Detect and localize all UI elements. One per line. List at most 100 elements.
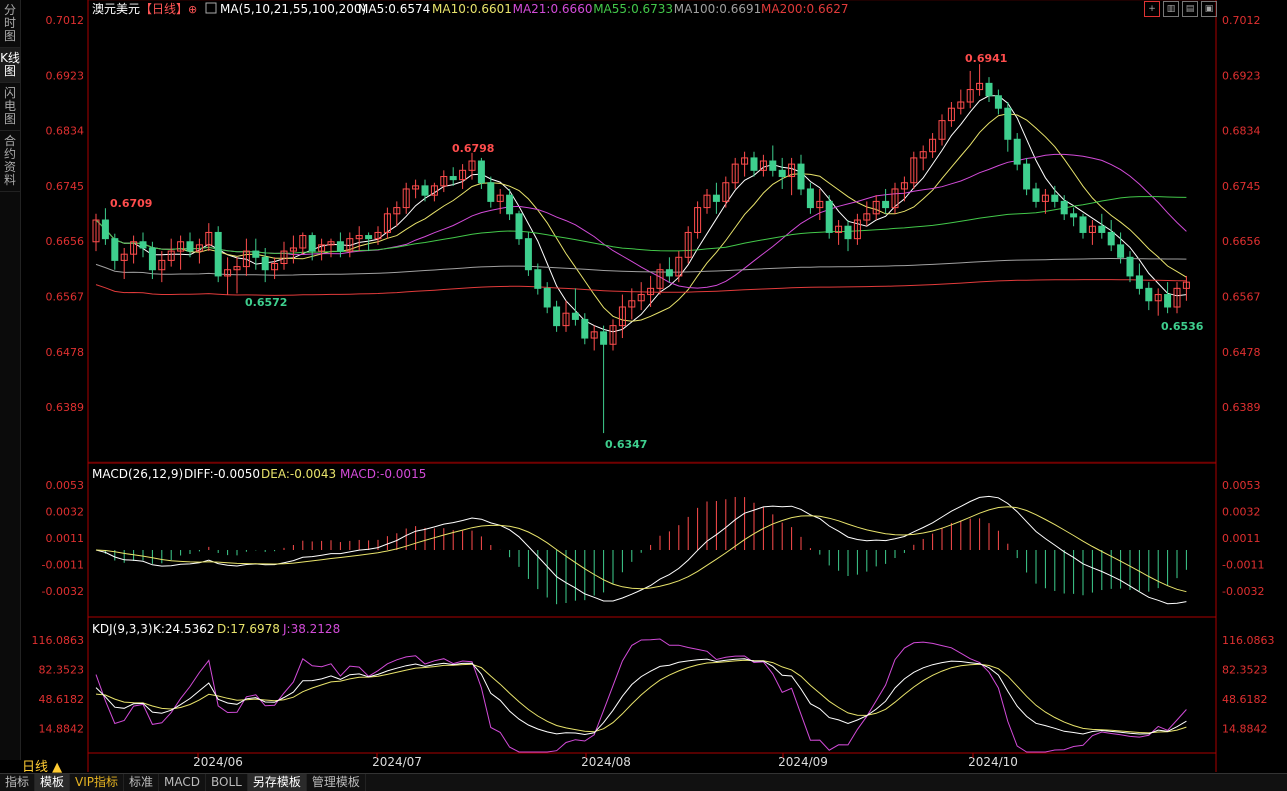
macd-axis-label-left: -0.0011	[42, 559, 84, 572]
candle-body	[1145, 287, 1153, 302]
candle-body	[1079, 216, 1087, 233]
candle-body	[214, 231, 222, 277]
candle-body	[365, 235, 373, 240]
candle-body	[111, 238, 119, 261]
candle-body	[252, 250, 260, 258]
tab-vip-indicator[interactable]: VIP指标	[70, 774, 125, 791]
candle-body	[844, 225, 852, 240]
annotation-high: 0.6798	[452, 142, 494, 155]
time-axis-label: 2024/08	[581, 755, 631, 769]
tab-template[interactable]: 模板	[35, 774, 71, 791]
candle-body	[449, 176, 457, 181]
tab-manage-template[interactable]: 管理模板	[307, 774, 366, 791]
candle-body	[1107, 231, 1115, 246]
macd-axis-label-right: 0.0032	[1222, 506, 1261, 519]
macd-title: MACD(26,12,9)	[92, 467, 183, 481]
kdj-title: KDJ(9,3,3)	[92, 622, 153, 636]
restore-icon[interactable]: ▣	[1201, 1, 1217, 17]
annotation-low: 0.6572	[245, 296, 287, 309]
bottom-toolbar: 指标 模板 VIP指标 标准 MACD BOLL 另存模板 管理模板	[0, 773, 1287, 791]
macd-axis-label-left: 0.0011	[46, 532, 85, 545]
annotation-low: 0.6347	[605, 438, 647, 451]
kdj-axis-label-right: 14.8842	[1222, 723, 1268, 736]
price-axis-label-right: 0.6923	[1222, 69, 1261, 82]
candle-body	[1117, 244, 1125, 258]
candle-body	[985, 82, 993, 97]
candle-body	[543, 287, 551, 308]
kdj-axis-label-left: 14.8842	[39, 723, 85, 736]
kdj-axis-label-right: 48.6182	[1222, 693, 1268, 706]
candle-body	[1032, 188, 1040, 202]
layout-icon[interactable]: ▥	[1163, 1, 1179, 17]
candle-body	[994, 95, 1002, 109]
kdj-k: K:24.5362	[153, 622, 215, 636]
candle-body	[553, 306, 561, 327]
checkbox-icon[interactable]	[205, 2, 217, 14]
ma-legend-item: MA200:0.6627	[761, 2, 849, 16]
price-axis-label-right: 0.6567	[1222, 291, 1261, 304]
price-axis-label-right: 0.6834	[1222, 125, 1261, 138]
candlestick-layer	[92, 64, 1190, 434]
candle-body	[308, 235, 316, 252]
candle-body	[139, 241, 147, 249]
chart-canvas[interactable]: 澳元美元 【日线】 ⊕ MA(5,10,21,55,100,200) MA5:0…	[0, 0, 1287, 772]
kdj-axis-label-right: 116.0863	[1222, 634, 1275, 647]
tab-boll[interactable]: BOLL	[206, 774, 248, 791]
crosshair-icon[interactable]: +	[1144, 1, 1160, 17]
ma-legend: MA5:0.6574 MA10:0.6601 MA21:0.6660 MA55:0.6…	[358, 2, 849, 16]
tab-indicator[interactable]: 指标	[0, 774, 36, 791]
kdj-d-line	[95, 659, 1187, 734]
macd-dea: DEA:-0.0043	[261, 467, 336, 481]
candle-body	[534, 269, 542, 289]
kdj-axis-label-left: 48.6182	[39, 693, 85, 706]
price-axis-label-left: 0.7012	[46, 14, 85, 27]
macd-diff: DIFF:-0.0050	[184, 467, 260, 481]
symbol-name: 澳元美元	[92, 2, 140, 16]
time-axis-label: 2024/09	[778, 755, 828, 769]
candle-body	[487, 182, 495, 202]
kdj-d: D:17.6978	[217, 622, 280, 636]
candle-body	[477, 160, 485, 184]
candle-body	[524, 238, 532, 271]
price-axis-label-left: 0.6478	[46, 346, 85, 359]
kdj-axis-label-left: 116.0863	[32, 634, 85, 647]
ma55-line	[95, 196, 1187, 254]
kdj-layer	[95, 638, 1187, 753]
macd-value: MACD:-0.0015	[340, 467, 426, 481]
candle-body	[506, 194, 514, 215]
macd-axis-label-left: -0.0032	[42, 585, 84, 598]
candle-body	[750, 157, 758, 171]
candle-body	[261, 256, 269, 271]
time-axis-label: 2024/07	[372, 755, 422, 769]
macd-axis-label-right: -0.0011	[1222, 559, 1264, 572]
ma-legend-item: MA100:0.6691	[674, 2, 762, 16]
kdj-k-line	[95, 658, 1187, 736]
price-axis-label-right: 0.6478	[1222, 346, 1261, 359]
candle-body	[1023, 163, 1031, 190]
price-axis-label-right: 0.6389	[1222, 401, 1261, 414]
ma-legend-item: MA10:0.6601	[432, 2, 512, 16]
price-axis-label-right: 0.6656	[1222, 235, 1261, 248]
period-label: 【日线】	[140, 2, 188, 16]
macd-axis-label-right: 0.0011	[1222, 532, 1261, 545]
annotation-low: 0.6536	[1161, 320, 1204, 333]
candle-body	[806, 188, 814, 209]
tab-save-template[interactable]: 另存模板	[247, 774, 307, 791]
price-axis-label-right: 0.7012	[1222, 14, 1261, 27]
settings-icon[interactable]: ⊕	[188, 3, 197, 16]
price-axis-label-left: 0.6834	[46, 125, 85, 138]
ma-legend-item: MA55:0.6733	[593, 2, 673, 16]
time-axis: 2024/06 2024/07 2024/08 2024/09 2024/10	[193, 753, 1018, 769]
candle-body	[769, 160, 777, 171]
price-axis-label-right: 0.6745	[1222, 180, 1261, 193]
tab-macd[interactable]: MACD	[159, 774, 207, 791]
price-axis-label-left: 0.6389	[46, 401, 85, 414]
time-axis-label: 2024/10	[968, 755, 1018, 769]
candle-body	[1070, 213, 1078, 218]
candle-body	[825, 200, 833, 233]
tab-standard[interactable]: 标准	[124, 774, 160, 791]
time-axis-label: 2024/06	[193, 755, 243, 769]
split-icon[interactable]: ▤	[1182, 1, 1198, 17]
candle-body	[186, 241, 194, 252]
macd-axis-label-right: 0.0053	[1222, 479, 1261, 492]
